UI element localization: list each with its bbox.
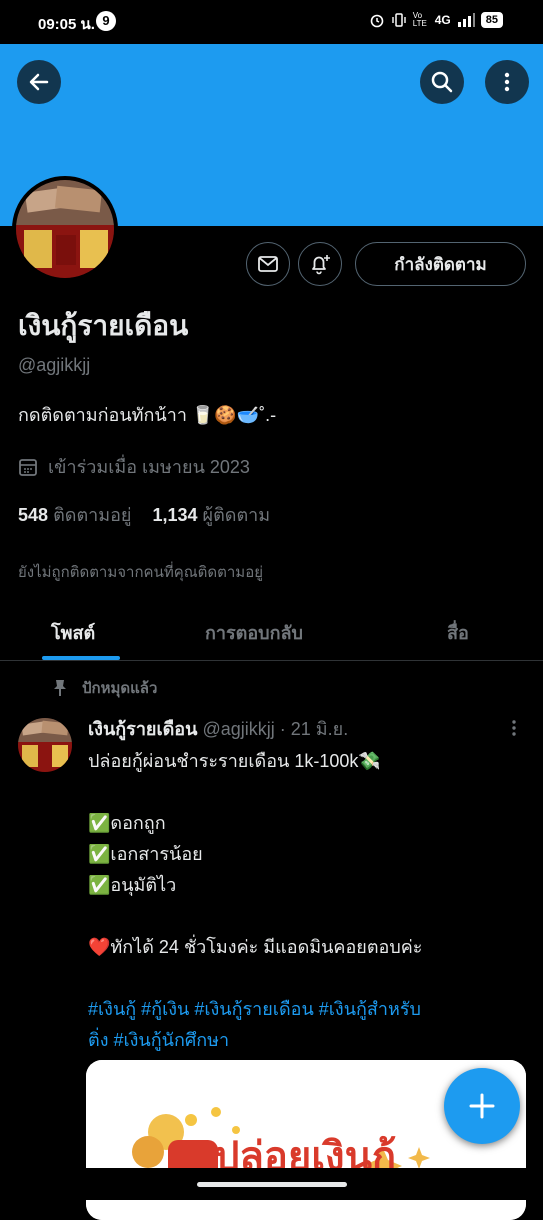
pinned-indicator: ปักหมุดแล้ว	[52, 676, 157, 700]
tab-media[interactable]: สื่อ	[447, 618, 469, 647]
user-handle: @agjikkjj	[18, 355, 91, 375]
display-name: เงินกู้รายเดือน	[18, 310, 189, 341]
more-vertical-icon	[512, 720, 516, 736]
battery-icon: 85	[480, 12, 503, 28]
pinned-label: ปักหมุดแล้ว	[82, 680, 158, 697]
calendar-icon	[19, 458, 37, 476]
search-icon	[431, 71, 453, 93]
home-indicator[interactable]	[197, 1182, 347, 1187]
tweet-author-name[interactable]: เงินกู้รายเดือน	[88, 719, 197, 739]
tweet-separator: ·	[279, 719, 286, 739]
not-followed-note: ยังไม่ถูกติดตามจากคนที่คุณติดตามอยู่	[18, 564, 263, 581]
join-date-text: เข้าร่วมเมื่อ เมษายน 2023	[48, 457, 250, 477]
tweet-line	[88, 777, 528, 808]
arrow-left-icon	[29, 73, 49, 91]
tweet-line	[88, 901, 528, 932]
alarm-icon	[370, 14, 384, 28]
envelope-icon	[258, 256, 278, 272]
active-tab-indicator	[42, 656, 120, 660]
tweet-date[interactable]: 21 มิ.ย.	[291, 719, 348, 739]
tab-posts[interactable]: โพสต์	[51, 618, 95, 647]
profile-avatar[interactable]	[12, 176, 118, 282]
status-icons: Vo LTE 4G 85	[369, 12, 503, 28]
pin-icon	[54, 680, 66, 696]
join-date: เข้าร่วมเมื่อ เมษายน 2023	[18, 452, 250, 481]
avatar-image	[16, 180, 114, 278]
volte-label: Vo LTE	[412, 11, 427, 28]
tab-replies[interactable]: การตอบกลับ	[205, 618, 303, 647]
tweet-line: ปล่อยกู้ผ่อนชำระรายเดือน 1k-100k💸	[88, 751, 381, 771]
network-label: 4G	[434, 13, 451, 27]
plus-icon	[469, 1093, 495, 1119]
follow-counts: 548 ติดตามอยู่ 1,134 ผู้ติดตาม	[18, 500, 270, 529]
tweet-hashtags[interactable]: #เงินกู้ #กู้เงิน #เงินกู้รายเดือน #เงิน…	[88, 994, 528, 1025]
tweet-more-button[interactable]	[505, 718, 523, 743]
bell-plus-icon	[312, 255, 330, 275]
tweet-author-avatar[interactable]	[18, 718, 72, 772]
profile-bio: กดติดตามก่อนทักน้าา 🥛🍪🥣˚.-	[18, 405, 277, 425]
tweet-line	[88, 963, 528, 994]
followers-label: ผู้ติดตาม	[202, 505, 271, 525]
tweet-line: ❤️ทักได้ 24 ชั่วโมงค่ะ มีแอดมินคอยตอบค่ะ	[88, 937, 423, 957]
tweet-header: เงินกู้รายเดือน @agjikkjj · 21 มิ.ย.	[88, 714, 348, 743]
compose-button[interactable]	[444, 1068, 520, 1144]
profile-tabs: โพสต์ การตอบกลับ สื่อ	[0, 604, 543, 661]
message-button[interactable]	[246, 242, 290, 286]
following-link[interactable]: 548 ติดตามอยู่	[18, 505, 131, 525]
more-vertical-icon	[504, 72, 510, 92]
following-count: 548	[18, 505, 49, 525]
notify-button[interactable]	[298, 242, 342, 286]
signal-icon	[457, 13, 475, 27]
clock: 09:05 น.	[38, 16, 95, 33]
vibrate-icon	[392, 13, 406, 27]
tweet-line: ✅เอกสารน้อย	[88, 844, 203, 864]
status-bar: 09:05 น. 9 Vo LTE 4G 85	[0, 0, 543, 44]
following-label: ติดตามอยู่	[53, 505, 132, 525]
back-button[interactable]	[17, 60, 61, 104]
tweet-line: ✅ดอกถูก	[88, 813, 166, 833]
tweet-line: ✅อนุมัติไว	[88, 875, 177, 895]
followers-link[interactable]: 1,134 ผู้ติดตาม	[152, 505, 270, 525]
more-options-button[interactable]	[485, 60, 529, 104]
tweet-text: ปล่อยกู้ผ่อนชำระรายเดือน 1k-100k💸 ✅ดอกถู…	[88, 746, 528, 1056]
tweet-author-handle[interactable]: @agjikkjj	[202, 719, 274, 739]
tweet-avatar-image	[18, 718, 72, 772]
followers-count: 1,134	[152, 505, 198, 525]
search-button[interactable]	[420, 60, 464, 104]
tweet-hashtags[interactable]: ติ่ง #เงินกู้นักศึกษา	[88, 1025, 528, 1056]
notification-badge: 9	[96, 11, 116, 31]
following-button[interactable]: กำลังติดตาม	[355, 242, 526, 286]
